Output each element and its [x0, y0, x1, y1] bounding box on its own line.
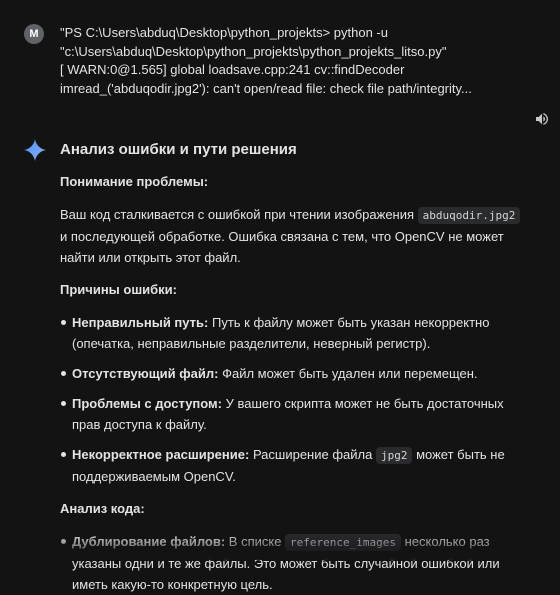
code-analysis-list: Дублирование файлов: В списке reference_… [60, 531, 530, 595]
understanding-paragraph: Ваш код сталкивается с ошибкой при чтени… [60, 204, 530, 268]
inline-code-filename: abduqodir.jpg2 [417, 207, 521, 224]
read-aloud-button[interactable] [533, 110, 551, 128]
user-avatar[interactable]: M [24, 24, 44, 44]
section-heading-code-analysis: Анализ кода: [60, 501, 145, 516]
list-item-bold: Отсутствующий файл: [72, 366, 219, 381]
gemini-sparkle-icon [24, 139, 46, 161]
list-item: Проблемы с доступом: У вашего скрипта мо… [61, 393, 530, 435]
list-item-text: Файл может быть удален или перемещен. [218, 366, 478, 381]
section-heading-causes: Причины ошибки: [60, 282, 178, 297]
list-item: Неправильный путь: Путь к файлу может бы… [61, 312, 530, 354]
inline-code-extension: jpg2 [375, 447, 413, 464]
section-heading-understanding: Понимание проблемы: [60, 174, 209, 189]
list-item: Некорректное расширение: Расширение файл… [61, 444, 530, 487]
response-title: Анализ ошибки и пути решения [60, 141, 297, 158]
speaker-icon [536, 113, 548, 125]
list-item-bold: Некорректное расширение: [72, 447, 250, 462]
list-item-bold: Дублирование файлов: [72, 534, 226, 549]
list-item-text: В списке [225, 534, 286, 549]
paragraph-text: Ваш код сталкивается с ошибкой при чтени… [60, 207, 418, 222]
list-item: Дублирование файлов: В списке reference_… [61, 531, 530, 595]
list-item-bold: Проблемы с доступом: [72, 396, 222, 411]
list-item-text: Расширение файла [249, 447, 376, 462]
assistant-response: Анализ ошибки и пути решения Понимание п… [60, 140, 530, 595]
causes-list: Неправильный путь: Путь к файлу может бы… [60, 312, 530, 487]
list-item-bold: Неправильный путь: [72, 315, 209, 330]
list-item: Отсутствующий файл: Файл может быть удал… [61, 363, 530, 384]
inline-code-variable: reference_images [285, 534, 402, 551]
user-message-text: "PS C:\Users\abduq\Desktop\python_projek… [60, 25, 472, 96]
paragraph-text: и последующей обработке. Ошибка связана … [60, 229, 504, 265]
